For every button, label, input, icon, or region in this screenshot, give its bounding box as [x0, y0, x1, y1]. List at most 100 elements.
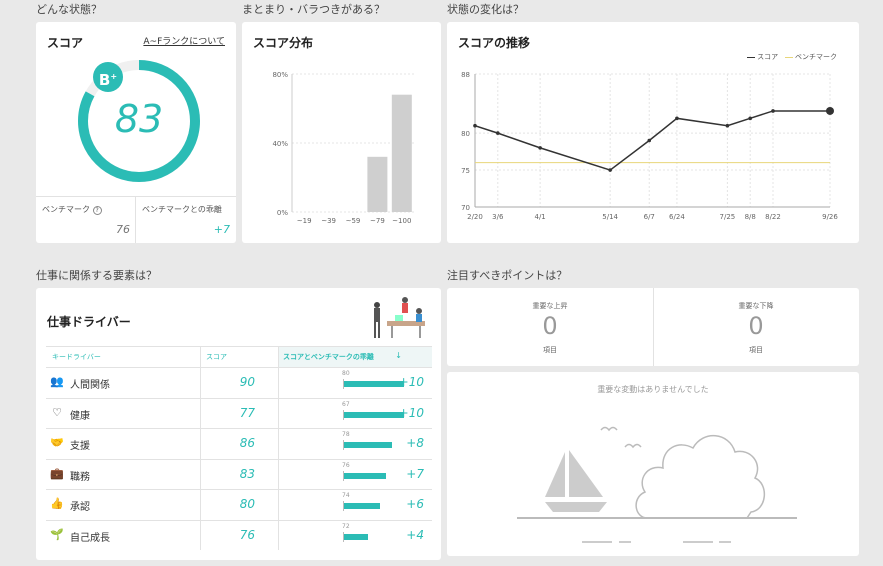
y-tick-label: 0% [277, 209, 288, 217]
score-value: 83 [114, 97, 164, 141]
grade-plus: + [110, 72, 118, 81]
score-point[interactable] [538, 146, 542, 150]
rise-unit: 項目 [543, 346, 557, 354]
x-tick-label: 2/20 [467, 213, 483, 221]
driver-row[interactable]: 🌱 自己成長 76 72 +4 [46, 519, 432, 550]
trend-title: スコアの推移 [458, 36, 531, 50]
gap-bar [344, 472, 386, 479]
benchmark-tick-label: 76 [342, 461, 350, 469]
gap-value: +7 [213, 223, 230, 236]
people-icon: 👥 [50, 375, 64, 388]
benchmark-value: 76 [116, 223, 130, 236]
score-point[interactable] [473, 123, 477, 128]
driver-name: 健康 [70, 410, 90, 422]
driver-name: 支援 [70, 441, 90, 452]
driver-row[interactable]: 👍 承認 80 74 +6 [46, 489, 432, 519]
col-gap-label: スコアとベンチマークの乖離 [283, 353, 374, 361]
drivers-title: 仕事ドライバー [47, 315, 131, 329]
legend-benchmark-label: ベンチマーク [795, 53, 837, 61]
score-point[interactable] [725, 123, 730, 128]
y-tick-label: 88 [461, 71, 470, 79]
divider [200, 346, 201, 550]
driver-row[interactable]: 👥 人間関係 90 80 +10 [46, 367, 432, 397]
x-tick-label: 6/24 [669, 213, 685, 221]
driver-row[interactable]: 💼 職務 83 76 +7 [46, 458, 432, 489]
col-gap[interactable]: スコアとベンチマークの乖離 ↓ [278, 347, 432, 368]
x-tick-label: 8/22 [765, 213, 781, 221]
section-title-points: 注目すべきポイントは？ [447, 269, 568, 282]
driver-row[interactable]: ♡ 健康 77 67 +10 [46, 397, 432, 428]
benchmark-tick-label: 78 [342, 431, 350, 438]
bar [367, 156, 388, 212]
score-point[interactable] [748, 116, 753, 121]
y-tick-label: 80 [461, 130, 470, 138]
y-tick-label: 75 [461, 167, 470, 175]
driver-score: 86 [239, 436, 255, 450]
benchmark-tick-label: 80 [342, 370, 350, 377]
x-tick-label: 3/6 [492, 213, 504, 221]
score-point[interactable] [675, 116, 679, 121]
rank-info-link[interactable]: A~Fランクについて [143, 34, 225, 47]
drivers-card: 仕事ドライバー キードライバー スコア スコアとベンチマークの乖離 ↓ 👥 人間関… [36, 288, 441, 560]
x-tick-label: 8/8 [745, 213, 756, 221]
section-title-factors: 仕事に関係する要素は？ [36, 269, 157, 282]
x-tick-label: ~19 [297, 217, 312, 225]
benchmark-tick-label: 67 [342, 400, 350, 408]
driver-gap: +7 [406, 466, 424, 481]
x-tick-label: 6/7 [644, 213, 655, 221]
legend-score-swatch [746, 56, 755, 58]
driver-gap: +10 [398, 405, 424, 420]
x-tick-label: ~79 [370, 217, 385, 225]
divider [278, 346, 279, 550]
score-point[interactable] [495, 131, 500, 135]
driver-name: 承認 [70, 502, 90, 513]
y-tick-label: 80% [272, 71, 288, 79]
bar [391, 94, 412, 212]
gap-bar [344, 533, 368, 540]
trend-card: スコアの推移 スコア ベンチマーク 70 75 80 88 2/20 3/6 4/1 5/14… [447, 22, 859, 243]
driver-score: 90 [239, 375, 255, 389]
empty-message: 重要な変動はありませんでした [597, 385, 709, 394]
benchmark-tick-label: 74 [342, 492, 350, 499]
divider [36, 196, 236, 197]
score-point[interactable] [608, 168, 612, 172]
section-title-state: どんな状態？ [36, 3, 102, 16]
driver-gap: +10 [398, 375, 424, 389]
heart-icon: ♡ [52, 405, 62, 419]
distribution-card: スコア分布 0% 40% 80% ~19 ~39 ~59 ~79 ~100 [242, 22, 441, 243]
driver-gap: +4 [406, 527, 424, 542]
section-title-spread: まとまり・バラつきがある？ [242, 3, 385, 16]
x-tick-label: ~59 [346, 217, 361, 225]
driver-score: 76 [239, 527, 255, 542]
x-tick-label: ~100 [392, 217, 411, 225]
divider [135, 196, 136, 243]
distribution-title: スコア分布 [253, 36, 314, 50]
legend-benchmark-swatch [784, 56, 793, 58]
driver-score: 83 [239, 466, 255, 481]
drivers-header: キードライバー スコア スコアとベンチマークの乖離 ↓ [46, 346, 432, 368]
help-icon[interactable]: ? [92, 206, 102, 215]
x-tick-label: 7/25 [720, 213, 736, 221]
benchmark-tick-label: 72 [342, 522, 350, 530]
score-point[interactable] [647, 138, 652, 143]
fall-label: 重要な下降 [738, 302, 774, 310]
changes-card: 重要な上昇 0 項目 重要な下降 0 項目 [447, 288, 859, 366]
score-point[interactable] [826, 106, 834, 115]
trend-chart: 70 75 80 88 2/20 3/6 4/1 5/14 6/7 6/24 7/25 8/8 8/22… [461, 71, 838, 221]
driver-score: 80 [239, 497, 255, 511]
grade-letter: B [98, 71, 111, 89]
fall-panel: 重要な下降 0 項目 [653, 288, 859, 366]
handshake-icon: 🤝 [50, 436, 64, 449]
score-line [474, 110, 830, 171]
score-point[interactable] [771, 109, 775, 113]
col-score[interactable]: スコア [206, 352, 227, 362]
trend-legend: スコア ベンチマーク [746, 52, 837, 62]
col-driver[interactable]: キードライバー [52, 352, 101, 362]
driver-row[interactable]: 🤝 支援 86 78 +8 [46, 428, 432, 458]
gap-bar [344, 503, 380, 509]
legend-score-label: スコア [757, 53, 779, 61]
driver-name: 自己成長 [70, 532, 110, 544]
y-tick-label: 70 [461, 204, 470, 212]
fall-unit: 項目 [749, 346, 763, 354]
office-illustration [374, 297, 425, 338]
